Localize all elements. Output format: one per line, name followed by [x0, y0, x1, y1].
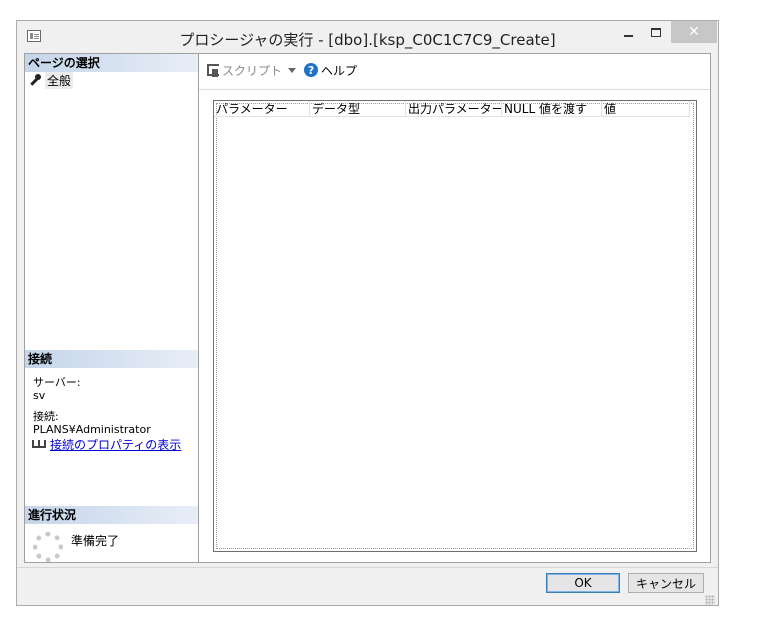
page-item-general[interactable]: 全般	[29, 71, 74, 89]
script-icon	[207, 64, 219, 77]
toolbar-separator	[199, 89, 710, 90]
close-icon: ✕	[688, 24, 700, 40]
left-pane: ページの選択 全般 接続 サーバー: sv 接続: PLANS¥Administ…	[24, 53, 199, 563]
help-icon: ?	[304, 63, 319, 77]
server-label: サーバー:	[33, 376, 81, 389]
toolbar: スクリプト ? ヘルプ	[207, 60, 357, 80]
connection-properties-link-row: 接続のプロパティの表示	[31, 436, 181, 453]
grip-icon[interactable]	[705, 595, 715, 605]
server-value: sv	[33, 389, 46, 402]
progress-header: 進行状況	[25, 506, 198, 524]
title-bar: プロシージャの実行 - [dbo].[ksp_C0C1C7C9_Create] …	[17, 21, 718, 53]
spinner-icon	[33, 532, 63, 562]
grid-focus-border	[216, 103, 694, 549]
dialog-window: プロシージャの実行 - [dbo].[ksp_C0C1C7C9_Create] …	[16, 20, 719, 606]
window-title: プロシージャの実行 - [dbo].[ksp_C0C1C7C9_Create]	[179, 31, 556, 49]
progress-row: 準備完了	[33, 530, 119, 562]
connection-header: 接続	[25, 350, 198, 368]
script-dropdown-icon[interactable]	[288, 67, 297, 73]
grid-header: パラメーター データ型 出力パラメーター NULL 値を渡す 値	[214, 101, 690, 117]
help-button[interactable]: ヘルプ	[321, 62, 357, 79]
right-pane: スクリプト ? ヘルプ パラメーター データ型 出力パラメーター NULL 値を…	[199, 53, 711, 563]
footer-separator	[17, 567, 718, 568]
column-header-value[interactable]: 値	[602, 101, 690, 117]
page-select-header: ページの選択	[25, 54, 198, 72]
minimize-icon	[623, 35, 633, 37]
column-header-parameter[interactable]: パラメーター	[214, 101, 310, 117]
column-header-output[interactable]: 出力パラメーター	[406, 101, 502, 117]
maximize-icon	[651, 27, 661, 37]
parameter-grid[interactable]: パラメーター データ型 出力パラメーター NULL 値を渡す 値	[213, 100, 697, 552]
wrench-icon	[29, 74, 41, 86]
progress-status: 準備完了	[71, 534, 120, 548]
column-header-data-type[interactable]: データ型	[310, 101, 406, 117]
close-button[interactable]: ✕	[671, 21, 717, 43]
connection-label: 接続:	[33, 410, 59, 423]
script-button[interactable]: スクリプト	[222, 62, 282, 79]
plug-icon	[31, 439, 46, 451]
cancel-button[interactable]: キャンセル	[628, 573, 704, 593]
column-header-pass-null[interactable]: NULL 値を渡す	[502, 101, 602, 117]
maximize-button[interactable]	[643, 21, 669, 43]
ok-button[interactable]: OK	[546, 573, 620, 593]
page-item-label: 全般	[45, 71, 74, 89]
minimize-button[interactable]	[615, 21, 641, 43]
connection-properties-link[interactable]: 接続のプロパティの表示	[50, 436, 181, 453]
connection-value: PLANS¥Administrator	[33, 423, 151, 436]
